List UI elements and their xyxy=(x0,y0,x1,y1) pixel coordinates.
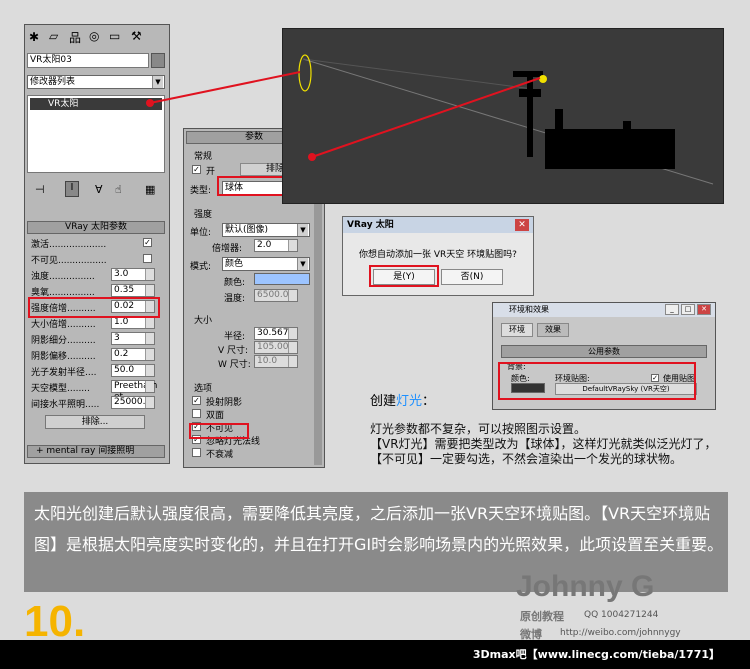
dialog-title: VRay 太阳 xyxy=(343,217,533,233)
window-controls: _ □ ✕ xyxy=(665,304,713,316)
create-prefix: 创建 xyxy=(370,394,397,409)
minimize-icon[interactable]: _ xyxy=(665,304,679,315)
arrow-dot-stack xyxy=(146,99,154,107)
dialog-message: 你想自动添加一张 VR天空 环境贴图吗? xyxy=(359,250,517,260)
caption-text: 太阳光创建后默认强度很高，需要降低其亮度，之后添加一张VR天空环境贴图。【VR天… xyxy=(34,504,724,554)
common-params-title: 公用参数 xyxy=(588,347,620,356)
tab-effects[interactable]: 效果 xyxy=(537,323,569,337)
arrow-stack-to-gizmo xyxy=(149,71,301,104)
create-heading: 创建灯光： xyxy=(370,390,435,409)
highlight-yes xyxy=(369,265,439,287)
brand-qq: QQ 1004271244 xyxy=(584,610,659,620)
weibo-url[interactable]: http://weibo.com/johnnygy xyxy=(560,628,681,638)
close-icon[interactable]: ✕ xyxy=(515,219,529,231)
create-highlight: 灯光 xyxy=(396,394,423,409)
tutorial-frame: { "modifier_panel": { "object_name": "VR… xyxy=(0,0,750,669)
env-close-icon[interactable]: ✕ xyxy=(697,304,711,315)
explanation-body: 灯光参数都不复杂，可以按照图示设置。 【VR灯光】需要把类型改为【球体】，这样灯… xyxy=(370,422,717,466)
footer-text[interactable]: 3Dmax吧【www.linecg.com/tieba/1771】 xyxy=(473,646,720,662)
common-params-rollout[interactable]: 公用参数 xyxy=(501,345,707,358)
brand-sub: 原创教程 xyxy=(520,610,564,623)
footer-bar: 3Dmax吧【www.linecg.com/tieba/1771】 xyxy=(0,640,750,669)
highlight-env-map xyxy=(498,362,696,400)
maximize-icon[interactable]: □ xyxy=(681,304,695,315)
create-suffix: ： xyxy=(422,394,436,409)
arrow-dot-panel xyxy=(308,153,316,161)
arrow-panel-to-sun xyxy=(311,77,541,158)
brand-name: Johnny G xyxy=(516,570,655,603)
tab-environment[interactable]: 环境 xyxy=(501,323,533,337)
no-button[interactable]: 否(N) xyxy=(441,269,503,285)
